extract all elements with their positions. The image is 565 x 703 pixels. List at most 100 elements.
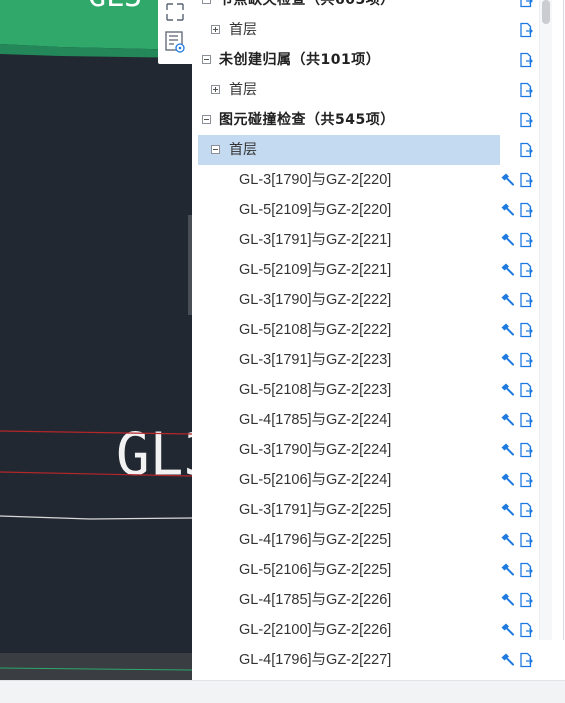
collision-item-label: GL-5[2109]与GZ-2[221] [239,262,392,278]
vertical-scrollbar[interactable] [539,0,552,640]
hammer-locate-icon[interactable] [499,442,515,458]
hammer-locate-icon[interactable] [499,412,515,428]
document-export-icon[interactable] [518,262,534,278]
panel-border [563,0,564,640]
collision-item-label: GL-4[1796]与GZ-2[225] [239,532,392,548]
collision-item-row[interactable]: GL-5[2109]与GZ-2[221] [192,255,542,285]
collision-item-row[interactable]: GL-5[2108]与GZ-2[223] [192,375,542,405]
document-export-icon[interactable] [518,232,534,248]
status-bar [0,680,565,703]
document-export-icon[interactable] [518,472,534,488]
hammer-locate-icon[interactable] [499,382,515,398]
hammer-locate-icon[interactable] [499,172,515,188]
document-export-icon[interactable] [518,22,534,38]
document-export-icon[interactable] [518,532,534,548]
hammer-locate-icon[interactable] [499,262,515,278]
hammer-locate-icon[interactable] [499,622,515,638]
document-export-icon[interactable] [518,562,534,578]
collision-item-label: GL-4[1796]与GZ-2[227] [239,652,392,668]
tree-group-collision[interactable]: 图元碰撞检查（共545项） [192,105,542,135]
hammer-locate-icon[interactable] [499,592,515,608]
cad-canvas[interactable]: GL3 GL3 [0,0,192,680]
collision-item-row[interactable]: GL-3[1790]与GZ-2[222] [192,285,542,315]
group-label: 未创建归属（共101项） [219,52,381,68]
hammer-locate-icon[interactable] [499,322,515,338]
hammer-locate-icon[interactable] [499,202,515,218]
document-export-icon[interactable] [518,502,534,518]
fullscreen-icon[interactable] [163,2,187,24]
collision-item-label: GL-3[1791]与GZ-2[223] [239,352,392,368]
collision-item-row[interactable]: GL-3[1791]与GZ-2[225] [192,495,542,525]
collapse-toggle[interactable] [211,145,220,154]
hammer-locate-icon[interactable] [499,292,515,308]
collision-item-label: GL-3[1790]与GZ-2[220] [239,172,392,188]
collapse-toggle[interactable] [202,0,211,4]
floor-label: 首层 [229,22,257,38]
white-line [0,515,192,520]
collision-item-row[interactable]: GL-2[2100]与GZ-2[226] [192,615,542,645]
collision-item-row[interactable]: GL-3[1791]与GZ-2[221] [192,225,542,255]
cad-top-label: GL3 [88,0,142,14]
hammer-locate-icon[interactable] [499,472,515,488]
collision-item-label: GL-5[2108]与GZ-2[222] [239,322,392,338]
collision-item-row[interactable]: GL-3[1791]与GZ-2[223] [192,345,542,375]
canvas-bottom-strip [0,653,192,680]
collision-item-row[interactable]: GL-4[1796]与GZ-2[227] [192,645,542,675]
collision-item-row[interactable]: GL-3[1790]与GZ-2[220] [192,165,542,195]
canvas-toolbar [158,0,192,64]
scrollbar-thumb[interactable] [542,0,550,24]
group-label: 图元碰撞检查（共545项） [219,112,395,128]
document-export-icon[interactable] [518,112,534,128]
hammer-locate-icon[interactable] [499,532,515,548]
document-export-icon[interactable] [518,0,534,8]
hammer-locate-icon[interactable] [499,502,515,518]
expand-toggle[interactable] [211,25,220,34]
collision-item-row[interactable]: GL-5[2106]与GZ-2[225] [192,555,542,585]
hammer-locate-icon[interactable] [499,232,515,248]
document-export-icon[interactable] [518,412,534,428]
document-export-icon[interactable] [518,352,534,368]
floor-label: 首层 [229,82,257,98]
document-export-icon[interactable] [518,142,534,158]
document-export-icon[interactable] [518,82,534,98]
cad-drawing: GL3 GL3 [0,0,192,680]
collision-item-label: GL-4[1785]与GZ-2[224] [239,412,392,428]
document-export-icon[interactable] [518,592,534,608]
collision-item-label: GL-5[2108]与GZ-2[223] [239,382,392,398]
collision-item-label: GL-3[1790]与GZ-2[222] [239,292,392,308]
cad-mid-label: GL3 [116,420,192,489]
collision-item-row[interactable]: GL-5[2108]与GZ-2[222] [192,315,542,345]
hammer-locate-icon[interactable] [499,562,515,578]
collision-item-label: GL-2[2100]与GZ-2[226] [239,622,392,638]
hammer-locate-icon[interactable] [499,652,515,668]
tree-group-unassigned[interactable]: 未创建归属（共101项） [192,45,542,75]
collapse-toggle[interactable] [202,55,211,64]
collision-item-label: GL-5[2106]与GZ-2[224] [239,472,392,488]
document-export-icon[interactable] [518,652,534,668]
tree-group-node-missing[interactable]: 节点缺失检查（共605项） [192,0,542,15]
document-export-icon[interactable] [518,172,534,188]
tree-floor-node[interactable]: 首层 [192,75,542,105]
document-export-icon[interactable] [518,382,534,398]
collision-item-row[interactable]: GL-4[1785]与GZ-2[226] [192,585,542,615]
document-export-icon[interactable] [518,202,534,218]
document-export-icon[interactable] [518,622,534,638]
collision-item-label: GL-5[2109]与GZ-2[220] [239,202,392,218]
collision-item-row[interactable]: GL-5[2106]与GZ-2[224] [192,465,542,495]
collision-item-label: GL-4[1785]与GZ-2[226] [239,592,392,608]
document-export-icon[interactable] [518,322,534,338]
list-view-icon[interactable] [163,30,187,53]
collision-item-label: GL-3[1790]与GZ-2[224] [239,442,392,458]
tree-floor-node-selected[interactable]: 首层 [192,135,542,165]
collision-item-row[interactable]: GL-3[1790]与GZ-2[224] [192,435,542,465]
document-export-icon[interactable] [518,442,534,458]
collision-item-row[interactable]: GL-4[1796]与GZ-2[225] [192,525,542,555]
collision-item-row[interactable]: GL-4[1785]与GZ-2[224] [192,405,542,435]
hammer-locate-icon[interactable] [499,352,515,368]
tree-floor-node[interactable]: 首层 [192,15,542,45]
document-export-icon[interactable] [518,52,534,68]
collapse-toggle[interactable] [202,115,211,124]
document-export-icon[interactable] [518,292,534,308]
expand-toggle[interactable] [211,85,220,94]
collision-item-row[interactable]: GL-5[2109]与GZ-2[220] [192,195,542,225]
